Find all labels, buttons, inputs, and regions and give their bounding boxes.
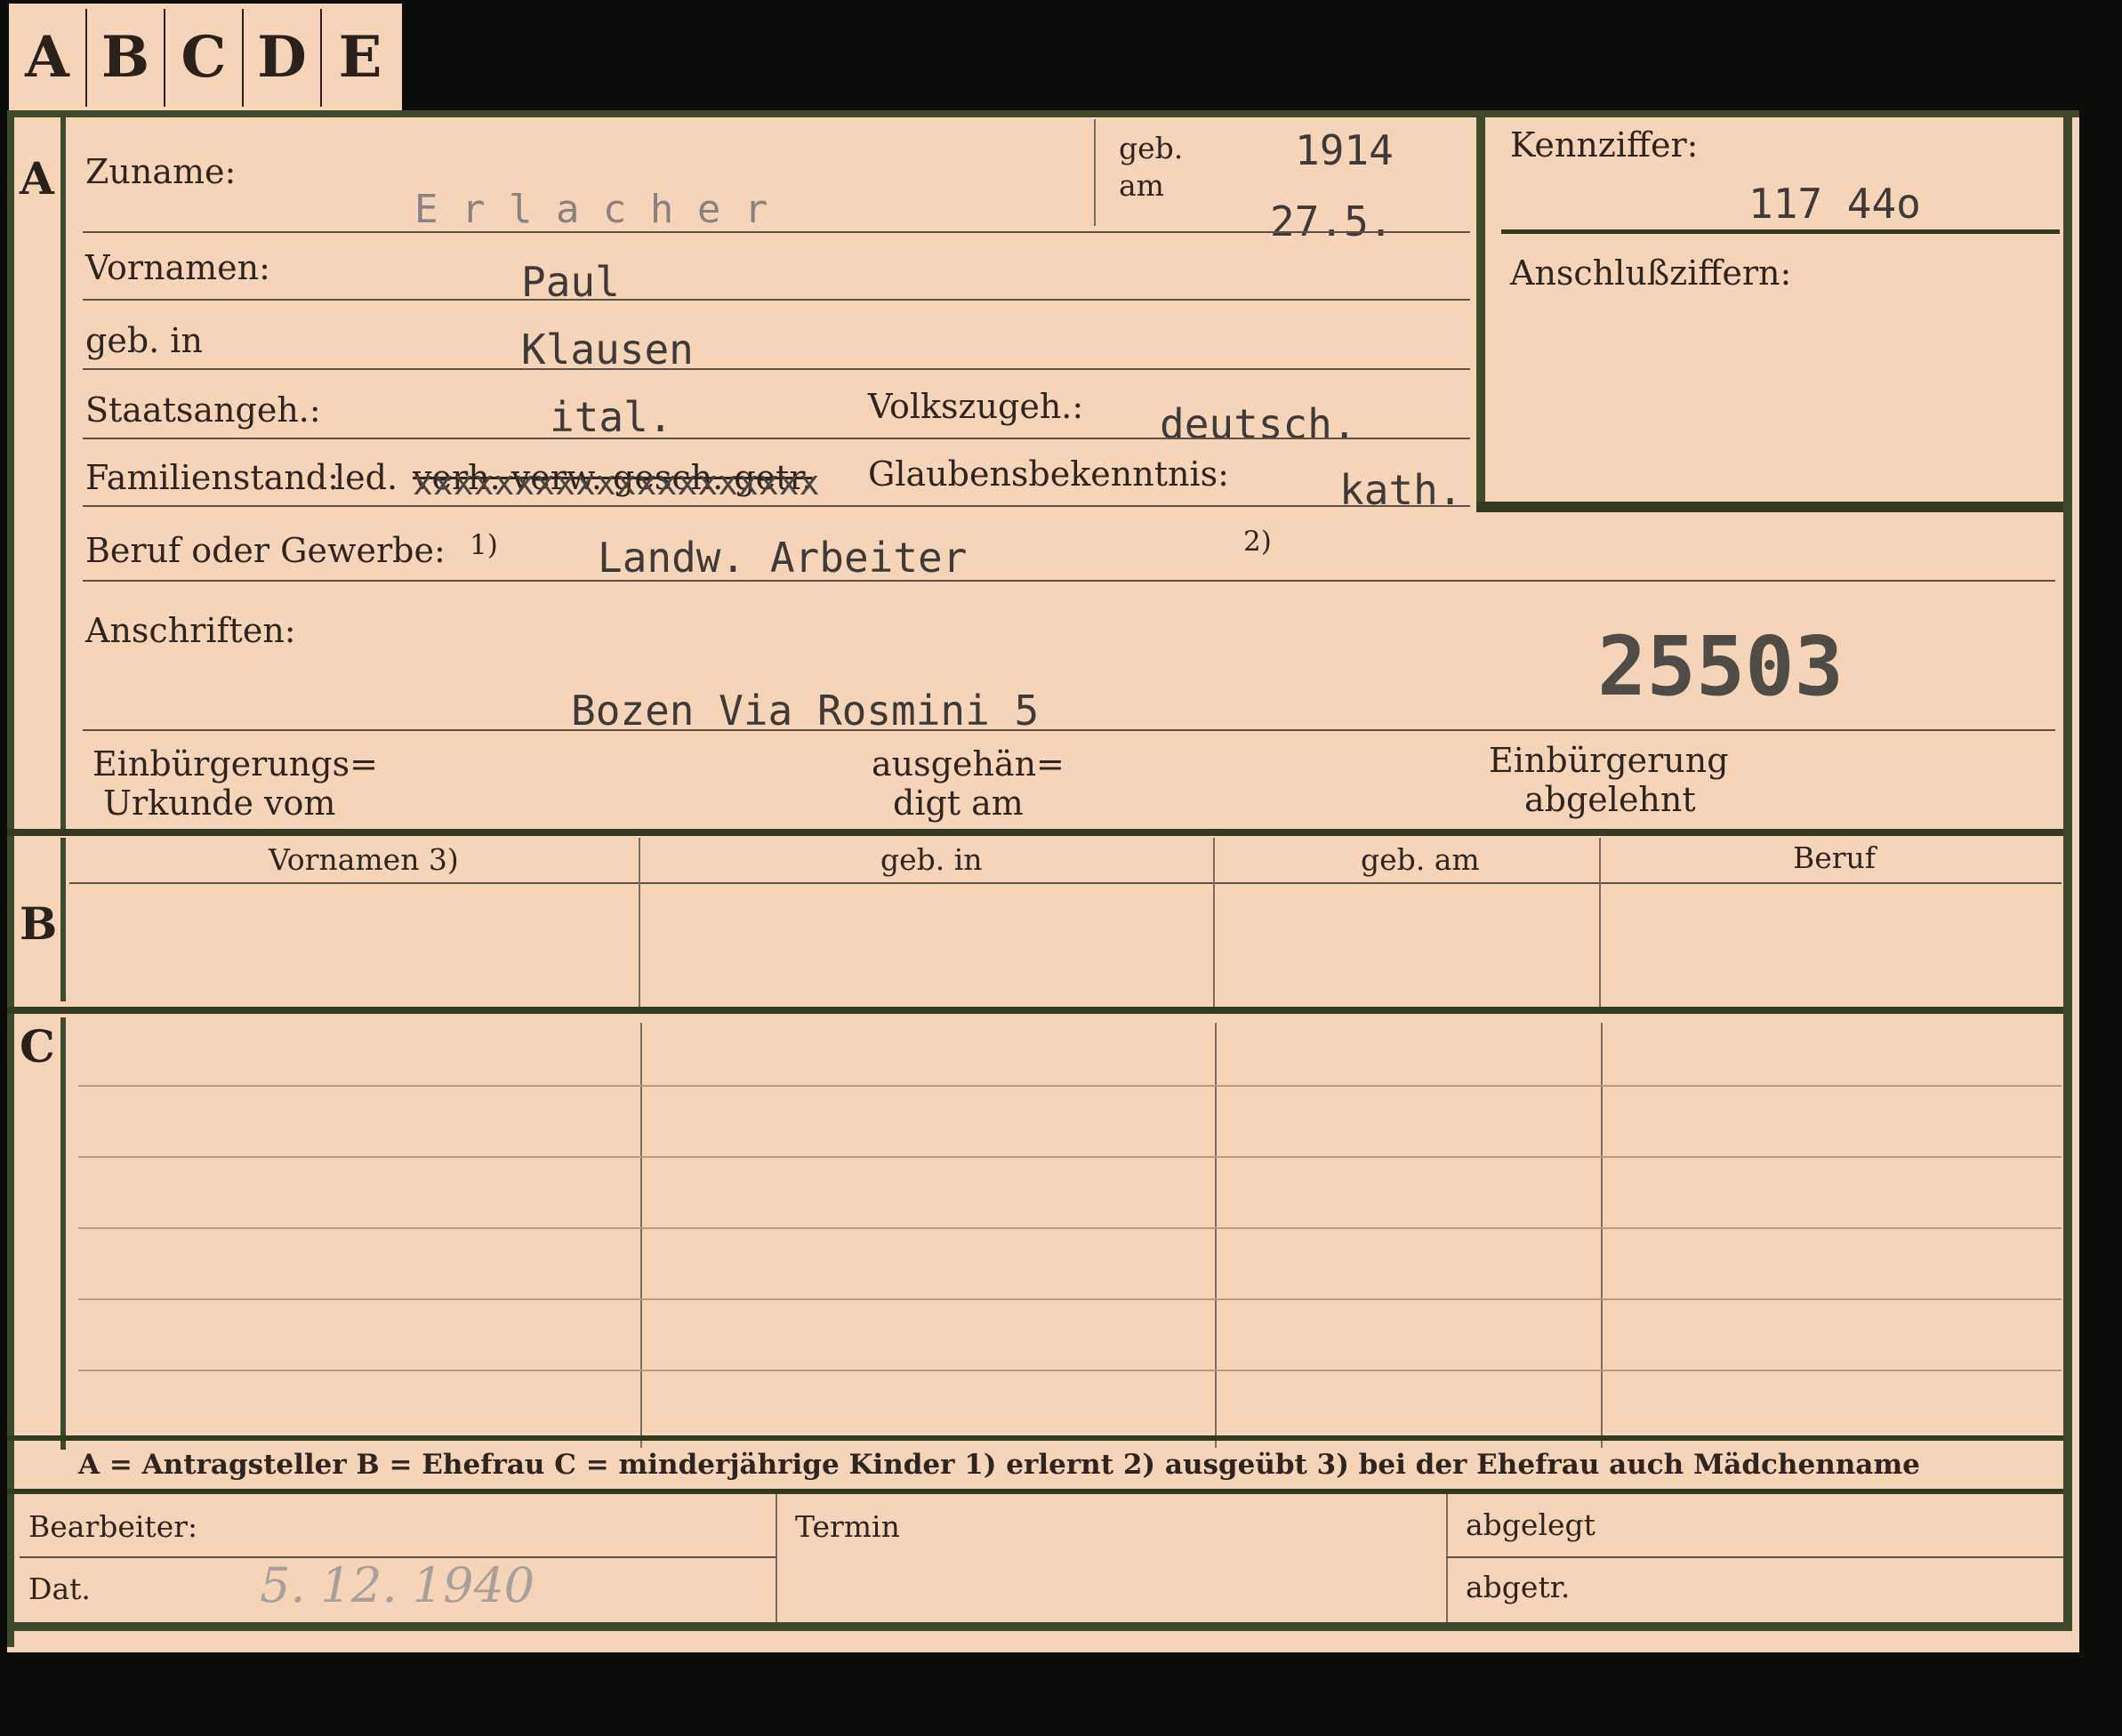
id-box-left-rule — [1476, 117, 1485, 510]
citizenship-label: Staatsangeh.: — [85, 390, 321, 430]
index-tab-a: A — [25, 23, 69, 91]
section-a-b-separator — [7, 829, 2063, 836]
children-row-rule — [78, 1298, 2062, 1300]
birth-year: 1914 — [1295, 126, 1394, 174]
rule-marital — [83, 505, 1470, 507]
card-frame-left — [7, 110, 14, 1647]
id-number-rule — [1501, 229, 2060, 234]
section-c-marker: C — [20, 1020, 55, 1073]
stamped-number: 25503 — [1597, 619, 1844, 714]
citizenship-value: ital. — [550, 393, 673, 441]
marital-status-single: led. — [334, 458, 398, 497]
children-row-rule — [78, 1156, 2062, 1158]
spouse-col-profession: Beruf — [1793, 840, 1877, 875]
footnote-1-marker: 1) — [470, 529, 498, 561]
birthplace-value: Klausen — [521, 326, 694, 374]
rule-citizenship — [83, 438, 1470, 439]
birthplace-label: geb. in — [85, 321, 203, 360]
naturalization-certificate-label: Einbürgerungs= — [92, 744, 378, 784]
date-value: 5. 12. 1940 — [260, 1557, 535, 1613]
filed-label: abgelegt — [1466, 1507, 1596, 1542]
spouse-col-divider — [639, 838, 640, 1007]
legend-bottom-rule — [7, 1489, 2063, 1494]
naturalization-refused-label: Einbürgerung — [1489, 741, 1729, 780]
card-frame-bottom — [7, 1622, 2072, 1631]
first-names-value: Paul — [521, 258, 620, 306]
marital-status-overtype: xxxxxxxxxxxxxxxxxxxx — [413, 463, 820, 502]
naturalization-certificate-label-2: Urkunde vom — [103, 784, 336, 823]
spouse-col-divider — [1213, 838, 1215, 1007]
section-marker-rule — [60, 1017, 66, 1450]
legend-text: A = Antragsteller B = Ehefrau C = minder… — [78, 1449, 1920, 1481]
index-tab-b: B — [100, 23, 150, 91]
legend-top-rule — [7, 1435, 2063, 1441]
id-number-value: 117 44o — [1748, 180, 1921, 228]
marital-status-label: Familienstand: — [85, 458, 339, 497]
birth-label: geb. — [1119, 131, 1184, 165]
rule-addresses — [83, 729, 2055, 731]
index-tab-c: C — [181, 23, 227, 91]
first-names-label: Vornamen: — [85, 248, 270, 287]
processor-label: Bearbeiter: — [28, 1509, 198, 1544]
registration-card: A Zuname: E r l a c h e r geb. am 1914 2… — [7, 110, 2079, 1652]
rule-surname — [83, 231, 1470, 233]
tab-divider — [320, 9, 322, 107]
section-b-marker: B — [20, 897, 58, 950]
tab-divider — [242, 9, 244, 107]
spouse-header-rule — [69, 882, 2062, 884]
tab-divider — [164, 9, 165, 107]
address-value: Bozen Via Rosmini 5 — [571, 687, 1040, 735]
surname-value: E r l a c h e r — [414, 187, 768, 232]
index-tab-d: D — [257, 23, 307, 91]
handed-over-label-2: digt am — [893, 784, 1024, 823]
birth-label-am: am — [1119, 168, 1164, 203]
footnote-2-marker: 2) — [1243, 526, 1272, 558]
ethnicity-label: Volkszugeh.: — [868, 387, 1084, 426]
footer-divider — [1446, 1494, 1448, 1622]
handed-over-label: ausgehän= — [872, 744, 1065, 784]
id-number-label: Kennziffer: — [1510, 125, 1699, 165]
children-row-rule — [78, 1085, 2062, 1087]
id-box-bottom-rule — [1476, 502, 2063, 512]
index-tab-e: E — [338, 23, 382, 91]
rule-first-names — [83, 299, 1470, 301]
naturalization-refused-label-2: abgelehnt — [1524, 780, 1696, 819]
rule-birthplace — [83, 368, 1470, 370]
linked-numbers-label: Anschlußziffern: — [1510, 253, 1792, 293]
section-marker-rule — [60, 838, 66, 1001]
children-row-rule — [78, 1370, 2062, 1371]
date-label: Dat. — [28, 1571, 91, 1606]
section-b-c-separator — [7, 1007, 2063, 1014]
children-row-rule — [78, 1227, 2062, 1229]
profession-value: Landw. Arbeiter — [598, 534, 968, 582]
tab-divider — [85, 9, 87, 107]
profession-label: Beruf oder Gewerbe: — [85, 531, 446, 570]
deadline-label: Termin — [795, 1509, 900, 1544]
footer-divider — [776, 1494, 777, 1622]
surname-label: Zuname: — [85, 152, 237, 191]
birth-date: 27.5. — [1270, 197, 1394, 245]
filed-rule — [1446, 1556, 2063, 1558]
card-frame-right — [2063, 110, 2072, 1622]
section-a-marker: A — [20, 152, 54, 205]
section-marker-rule — [60, 117, 66, 829]
spouse-col-birthdate: geb. am — [1361, 842, 1480, 877]
spouse-col-first-names: Vornamen 3) — [269, 842, 459, 877]
spouse-col-divider — [1599, 838, 1601, 1007]
religion-label: Glaubensbekenntnis: — [868, 454, 1229, 494]
card-frame-top — [7, 110, 2079, 117]
addresses-label: Anschriften: — [85, 611, 296, 650]
rule-profession — [83, 580, 2055, 582]
spouse-col-birthplace: geb. in — [880, 842, 983, 877]
birth-cell-divider — [1094, 119, 1096, 226]
separated-label: abgetr. — [1466, 1570, 1571, 1604]
